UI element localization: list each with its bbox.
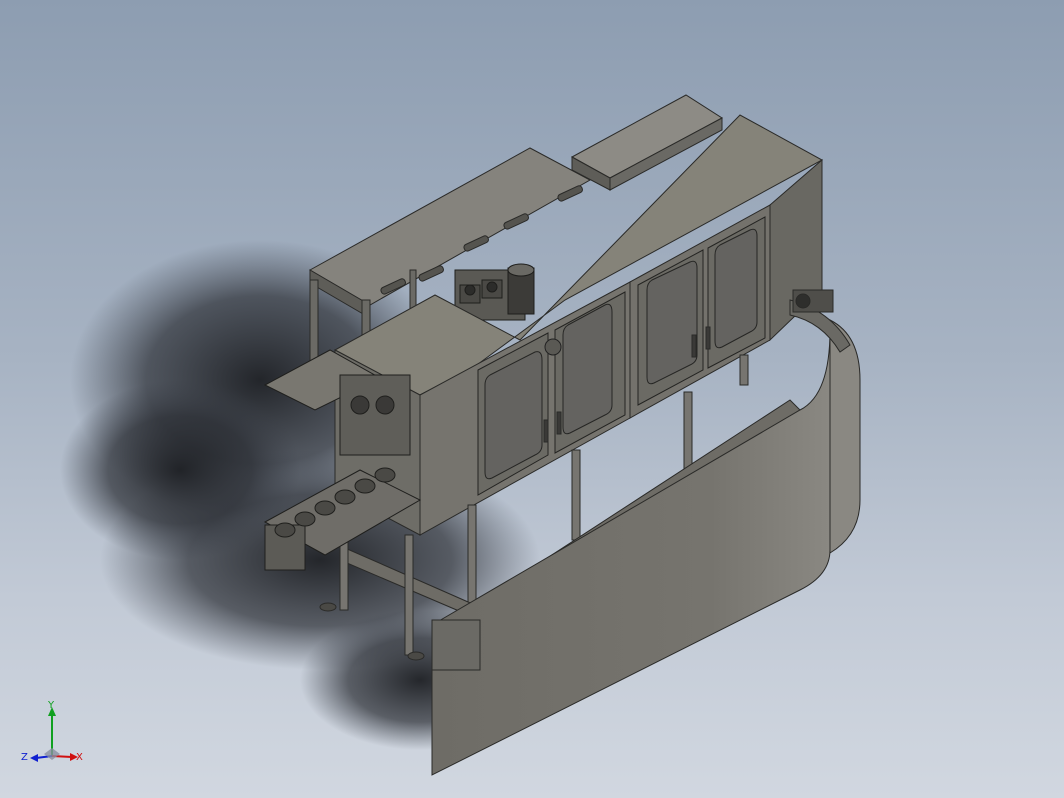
machine-assembly-model[interactable]: [0, 0, 1064, 798]
x-axis-label: X: [76, 752, 83, 763]
z-axis-label: Z: [21, 752, 28, 763]
view-orientation-triad[interactable]: Y X Z: [14, 700, 94, 780]
cad-graphics-area[interactable]: Y X Z: [0, 0, 1064, 798]
y-axis-label: Y: [47, 700, 55, 711]
z-axis-arrowhead: [30, 754, 38, 762]
triad-origin-plane: [44, 748, 60, 760]
